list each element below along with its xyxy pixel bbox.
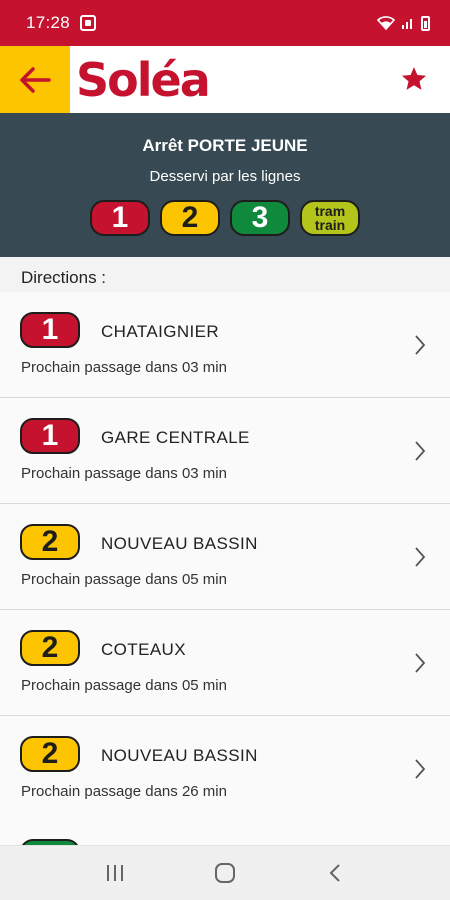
chevron-right-icon	[415, 335, 426, 355]
direction-item-partial[interactable]	[0, 821, 450, 845]
brand-logo: Soléa	[76, 53, 211, 107]
status-bar: 17:28	[0, 0, 450, 46]
stop-subtitle: Desservi par les lignes	[149, 168, 301, 185]
line-badge-2[interactable]: 2	[160, 200, 220, 236]
next-departure: Prochain passage dans 03 min	[21, 359, 227, 376]
directions-list: 1 CHATAIGNIER Prochain passage dans 03 m…	[0, 292, 450, 822]
line-badge-1[interactable]: 1	[90, 200, 150, 236]
status-time: 17:28	[26, 13, 71, 32]
chevron-right-icon	[415, 759, 426, 779]
signal-icon	[402, 19, 412, 29]
line-badge: 1	[20, 312, 80, 348]
direction-name: NOUVEAU BASSIN	[101, 534, 258, 553]
chevron-right-icon	[415, 547, 426, 567]
recent-apps-button[interactable]	[100, 858, 130, 888]
back-button[interactable]	[0, 46, 70, 113]
stop-lines: 1 2 3 tram train	[0, 200, 450, 236]
home-icon	[215, 863, 235, 883]
direction-name: GARE CENTRALE	[101, 428, 250, 447]
direction-name: NOUVEAU BASSIN	[101, 746, 258, 765]
home-button[interactable]	[210, 858, 240, 888]
line-badge: 2	[20, 736, 80, 772]
star-icon[interactable]	[400, 65, 428, 93]
system-nav-bar	[0, 845, 450, 900]
battery-icon	[421, 15, 430, 31]
line-badge: 1	[20, 418, 80, 454]
direction-item[interactable]: 2 NOUVEAU BASSIN Prochain passage dans 0…	[0, 504, 450, 610]
next-departure: Prochain passage dans 05 min	[21, 571, 227, 588]
direction-item[interactable]: 1 CHATAIGNIER Prochain passage dans 03 m…	[0, 292, 450, 398]
stop-banner: Arrêt PORTE JEUNE Desservi par les ligne…	[0, 113, 450, 257]
status-icons	[377, 15, 430, 31]
directions-label: Directions :	[21, 268, 107, 287]
chevron-right-icon	[415, 653, 426, 673]
line-badge: 2	[20, 630, 80, 666]
direction-name: CHATAIGNIER	[101, 322, 220, 341]
line-badge: 2	[20, 524, 80, 560]
wifi-icon	[377, 16, 395, 30]
stop-title: Arrêt PORTE JEUNE	[142, 136, 308, 155]
direction-item[interactable]: 2 NOUVEAU BASSIN Prochain passage dans 2…	[0, 716, 450, 822]
tram-train-label-bottom: train	[314, 217, 346, 233]
system-back-button[interactable]	[320, 858, 350, 888]
direction-name: COTEAUX	[101, 640, 186, 659]
notification-app-icon	[80, 15, 97, 31]
direction-item[interactable]: 2 COTEAUX Prochain passage dans 05 min	[0, 610, 450, 716]
recent-apps-icon	[107, 865, 123, 881]
line-badge-tram-train[interactable]: tram train	[300, 200, 360, 236]
next-departure: Prochain passage dans 26 min	[21, 783, 227, 800]
direction-item[interactable]: 1 GARE CENTRALE Prochain passage dans 03…	[0, 398, 450, 504]
app-header: Soléa	[0, 46, 450, 113]
arrow-left-icon	[20, 66, 51, 93]
next-departure: Prochain passage dans 03 min	[21, 465, 227, 482]
back-icon	[329, 864, 340, 882]
chevron-right-icon	[415, 441, 426, 461]
line-badge-3[interactable]: 3	[230, 200, 290, 236]
next-departure: Prochain passage dans 05 min	[21, 677, 227, 694]
tram-train-label-top: tram	[314, 203, 346, 219]
